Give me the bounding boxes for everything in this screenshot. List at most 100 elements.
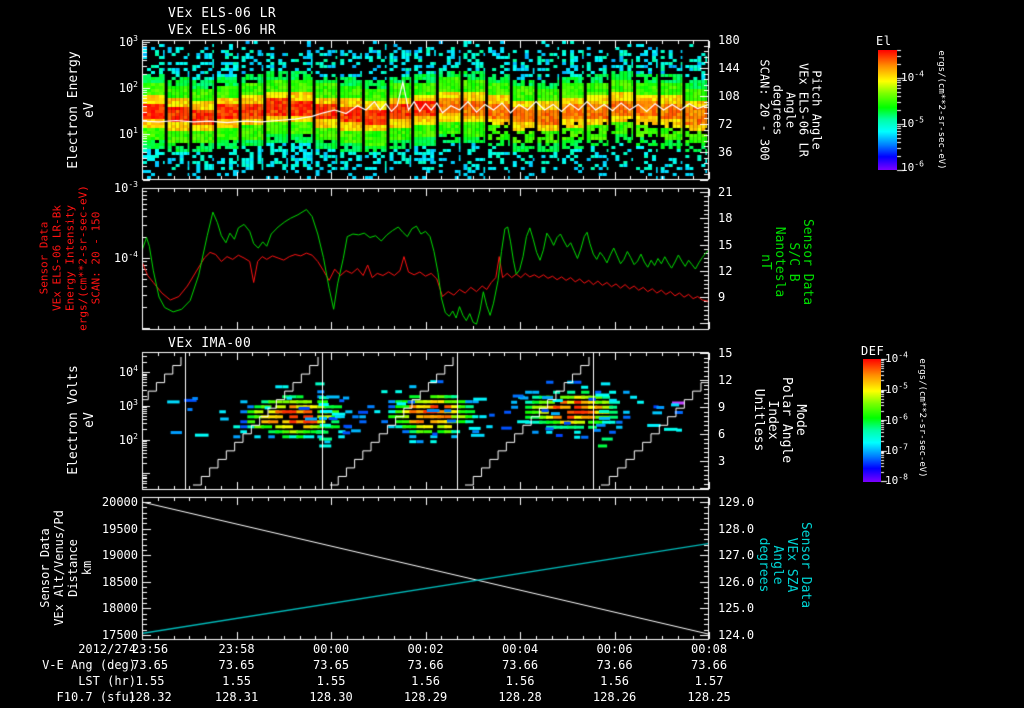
- panel1-left-axis-label-line: eV: [82, 102, 97, 118]
- table-cell-value: 128.32: [128, 690, 172, 704]
- table-row-label: LST (hr): [78, 674, 136, 688]
- panel2-right-axis-label: Sensor Data S/C B Nanotesla nT: [758, 218, 815, 306]
- panel3-left-axis-label-line: Electron Volts: [66, 365, 81, 475]
- colorbar1-units-label-line: ergs/(cm**2-sr-sec-eV): [936, 50, 946, 170]
- panel1-right-axis-label-line: Angle: [783, 91, 798, 129]
- panel4-y-tick-label: 17500: [101, 628, 138, 642]
- panel2-right-tick-label: 21: [718, 185, 733, 199]
- panel4-left-axis-label-line: Distance: [66, 539, 80, 597]
- panel3-right-axis-label-line: Unitless: [751, 388, 766, 452]
- panel3-title: VEx IMA-00: [168, 336, 252, 351]
- colorbar2-gradient: [863, 359, 881, 482]
- panel4-right-axis-label: Sensor Data VEx SZA Angle degrees: [756, 521, 813, 609]
- table-cell-value: 1.56: [600, 674, 629, 688]
- panel2-right-axis-label-line: nT: [758, 254, 773, 270]
- panel3-right-tick-label: 3: [718, 454, 726, 468]
- table-cell-value: 73.66: [596, 658, 633, 672]
- plot-window: VEx ELS-06 LR VEx ELS-06 HR VEx IMA-00 E…: [0, 0, 1024, 708]
- panel1-left-axis-label-line: Electron Energy: [66, 51, 81, 169]
- panel1-title-line2: VEx ELS-06 HR: [168, 23, 277, 38]
- time-axis-label: 00:04: [502, 642, 539, 656]
- colorbar2-title: DEF: [861, 344, 885, 358]
- colorbar1-tick-label: 10-5: [901, 115, 924, 130]
- table-cell-value: 1.55: [135, 674, 165, 688]
- panel4-left-axis-label-line: km: [80, 560, 94, 576]
- colorbar2-tick-label: 10-4: [885, 350, 908, 365]
- panel2-right-tick-label: 9: [718, 290, 726, 304]
- panel1-right-tick-label: 72: [718, 117, 733, 131]
- panel2-right-tick-label: 12: [718, 263, 733, 278]
- panel2-left-axis-label-line: Energy Intensity: [63, 205, 77, 311]
- panel3-right-tick-label: 9: [718, 400, 726, 414]
- table-cell-value: 73.66: [502, 658, 539, 672]
- colorbar1-gradient: [878, 50, 897, 170]
- time-axis-label: 00:08: [691, 642, 728, 656]
- panel2-right-tick-label: 15: [718, 237, 733, 252]
- panel2-right-axis-label-line: Sensor Data: [800, 218, 815, 306]
- panel4-right-tick-label: 125.0: [718, 601, 755, 616]
- table-cell-value: 73.65: [313, 658, 350, 672]
- table-cell-value: 128.25: [687, 690, 731, 704]
- colorbar2-units-label: ergs/(cm**2-sr-sec-eV): [917, 358, 927, 477]
- time-axis-label: 00:00: [313, 642, 350, 656]
- panel4-right-tick-label: 124.0: [718, 628, 755, 642]
- panel2-right-tick-label: 18: [718, 211, 733, 226]
- time-axis-label: 00:02: [407, 642, 444, 656]
- panel1-right-tick-label: 144: [718, 61, 740, 75]
- panel4-right-tick-label: 127.0: [718, 548, 755, 563]
- panel1-right-axis-label: Pitch Angle VEx ELS-06 LR Angle degrees SCAN…: [757, 59, 824, 161]
- panel1-right-tick-label: 36: [718, 145, 733, 159]
- panel4-right-axis-label-line: Angle: [770, 545, 785, 585]
- panel3-right-axis-label-line: Mode: [793, 404, 808, 436]
- panel3-right-tick-label: 6: [718, 427, 726, 441]
- table-cell-value: 1.55: [222, 674, 251, 688]
- panel4-right-tick-label: 128.0: [718, 521, 755, 536]
- table-cell-value: 128.26: [592, 690, 637, 704]
- panel4-right-axis-label-line: VEx SZA: [784, 537, 799, 593]
- colorbar1-title: El: [876, 34, 892, 48]
- colorbar1-tick-label: 10-6: [901, 159, 924, 174]
- panel3-right-tick-label: 15: [718, 346, 733, 360]
- colorbar1-units-label: ergs/(cm**2-sr-sec-eV): [936, 50, 946, 169]
- panel4-left-axis-label-line: VEx Alt/Venus/Pd: [52, 510, 66, 626]
- time-axis-label: 00:06: [596, 642, 633, 656]
- panel1-right-axis-label-line: SCAN: 20 - 300: [757, 59, 772, 161]
- panel4-right-tick-label: 126.0: [718, 574, 755, 589]
- colorbar2-tick-label: 10-7: [885, 442, 908, 458]
- panel1-y-tick-label: 103: [118, 34, 138, 49]
- panel4-right-tick-label: 129.0: [718, 495, 755, 509]
- panel1-right-axis-label-line: Pitch Angle: [809, 70, 824, 150]
- panel3-left-axis-label-line: eV: [82, 412, 97, 428]
- table-cell-value: 128.29: [403, 690, 448, 704]
- colorbar2-units-label-line: ergs/(cm**2-sr-sec-eV): [917, 358, 927, 478]
- panel4-y-tick-label: 20000: [101, 495, 138, 509]
- panel1-right-tick-label: 180: [718, 33, 740, 47]
- table-cell-value: 128.31: [214, 690, 259, 704]
- panel3-right-tick-label: 12: [718, 373, 733, 387]
- panel2-left-axis-label-line: Sensor Data: [37, 221, 51, 295]
- panel4-left-axis-label: Sensor Data VEx Alt/Venus/Pd Distance km: [38, 510, 94, 626]
- panel3-left-axis-label: Electron Volts eV: [66, 365, 98, 475]
- panel3-right-axis-label: Mode Polar Angle Index Unitless: [751, 377, 808, 463]
- panel1-right-axis-label-line: degrees: [770, 84, 785, 136]
- panel2-left-axis-label-line: ergs/(cm**2-sr-sec-eV): [76, 185, 90, 331]
- colorbar2-tick-label: 10-5: [885, 381, 908, 396]
- time-axis-label: 23:58: [218, 642, 255, 656]
- panel2-right-axis-label-line: S/C B: [786, 242, 801, 282]
- panel4-left-axis-label-line: Sensor Data: [38, 528, 52, 608]
- table-cell-value: 1.55: [316, 674, 346, 688]
- table-cell-value: 73.65: [218, 658, 255, 672]
- table-cell-value: 73.66: [407, 658, 444, 672]
- panel1-title-line1: VEx ELS-06 LR: [168, 6, 277, 21]
- table-cell-value: 128.30: [309, 690, 353, 704]
- table-cell-value: 73.65: [132, 658, 169, 672]
- colorbar2-tick-label: 10-6: [885, 411, 908, 427]
- panel1-left-axis-label: Electron Energy eV: [66, 51, 98, 168]
- panel2-left-axis-label: Sensor Data VEx ELS-06 LR-Bk Energy Intens…: [38, 185, 103, 331]
- panel2-right-axis-label-line: Nanotesla: [772, 226, 787, 298]
- panel4-right-axis-label-line: Sensor Data: [798, 521, 813, 609]
- panel2-left-axis-label-line: SCAN: 20 - 150: [89, 211, 103, 305]
- x-axis-date-label: 2012/274: [78, 642, 136, 656]
- panel2-left-axis-label-line: VEx ELS-06 LR-Bk: [50, 205, 64, 311]
- panel3-right-axis-label-line: Index: [765, 400, 780, 440]
